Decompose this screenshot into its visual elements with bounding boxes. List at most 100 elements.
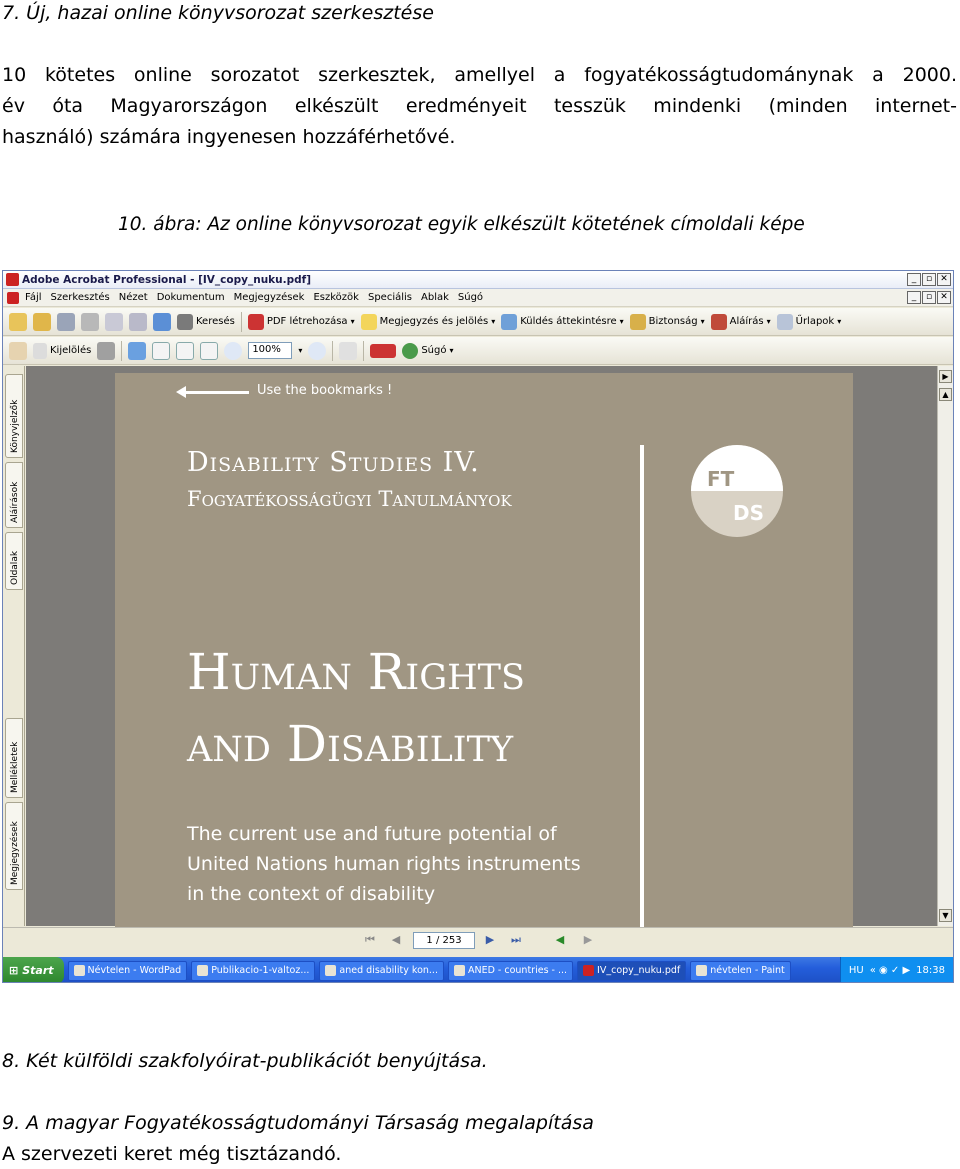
menu-window[interactable]: Ablak	[421, 292, 449, 303]
series-title: Disability Studies IV.	[187, 447, 480, 478]
menu-comments[interactable]: Megjegyzések	[234, 292, 305, 303]
scroll-right-icon[interactable]: ▶	[939, 370, 952, 383]
forms-button[interactable]: Űrlapok ▾	[776, 313, 841, 330]
menu-advanced[interactable]: Speciális	[368, 292, 412, 303]
pdf-icon	[583, 965, 595, 976]
taskbar-item-wordpad[interactable]: Névtelen - WordPad	[67, 960, 188, 981]
fit-width-icon[interactable]	[200, 341, 219, 360]
tab-pages[interactable]: Oldalak	[5, 532, 23, 590]
sign-button[interactable]: Aláírás ▾	[710, 313, 771, 330]
back-icon[interactable]: ◀	[553, 933, 567, 947]
email-icon[interactable]	[105, 312, 123, 331]
menu-edit[interactable]: Szerkesztés	[51, 292, 110, 303]
globe-icon[interactable]	[153, 312, 171, 331]
open-icon[interactable]	[9, 312, 27, 331]
doc-minimize-button[interactable]: _	[907, 291, 921, 304]
taskbar-item-paint[interactable]: névtelen - Paint	[690, 960, 791, 981]
section-heading-8: 8. Két külföldi szakfolyóirat-publikáció…	[2, 1050, 488, 1072]
browser-icon	[453, 965, 465, 976]
tray-icons[interactable]: « ◉ ✓ ▶	[870, 965, 910, 976]
attach-icon[interactable]	[129, 312, 147, 331]
zoom-out-icon[interactable]	[224, 341, 243, 360]
arrow-left-icon	[176, 386, 249, 398]
paragraph-line-1: 10 kötetes online sorozatot szerkesztek,…	[2, 64, 957, 86]
last-page-icon[interactable]: ⏭	[509, 933, 523, 947]
help-icon	[402, 342, 419, 359]
menu-view[interactable]: Nézet	[119, 292, 148, 303]
chevron-down-icon: ▾	[619, 317, 624, 326]
chevron-down-icon: ▾	[700, 317, 705, 326]
subtitle-line: United Nations human rights instruments	[187, 853, 581, 875]
menu-bar: Fájl Szerkesztés Nézet Dokumentum Megjeg…	[3, 289, 953, 307]
start-button[interactable]: ⊞ Start	[3, 957, 64, 982]
menu-tools[interactable]: Eszközök	[313, 292, 359, 303]
taskbar-item-acrobat[interactable]: IV_copy_nuku.pdf	[577, 960, 687, 981]
window-titlebar: Adobe Acrobat Professional - [IV_copy_nu…	[3, 271, 953, 289]
first-page-icon[interactable]: ⏮	[363, 933, 377, 947]
toolbar-main: Keresés PDF létrehozása ▾ Megjegyzés és …	[3, 308, 953, 336]
logo-ft-text: FT	[707, 467, 735, 491]
document-icon	[197, 965, 209, 976]
doc-restore-button[interactable]: ▫	[922, 291, 936, 304]
next-page-icon[interactable]: ▶	[483, 933, 497, 947]
chevron-down-icon[interactable]: ▾	[298, 346, 302, 355]
scroll-up-icon[interactable]: ▲	[939, 388, 952, 401]
hand-tool-icon[interactable]	[9, 341, 27, 360]
menu-document[interactable]: Dokumentum	[157, 292, 225, 303]
book-title-line-2: and Disability	[187, 715, 514, 773]
menu-help[interactable]: Súgó	[458, 292, 483, 303]
zoom-plus-icon[interactable]	[308, 341, 327, 360]
zoom-level-field[interactable]: 100%	[248, 342, 293, 359]
taskbar-item-aned-konf[interactable]: aned disability kon...	[319, 960, 444, 981]
tab-bookmarks[interactable]: Könyvjelzők	[5, 374, 23, 458]
forward-icon[interactable]: ▶	[581, 933, 595, 947]
toolbar-separator	[240, 311, 242, 332]
restore-button[interactable]: ▫	[922, 273, 936, 286]
tab-comments[interactable]: Megjegyzések	[5, 802, 23, 890]
taskbar-item-aned-countries[interactable]: ANED - countries - ...	[447, 960, 574, 981]
select-tool-button[interactable]: Kijelölés	[33, 342, 91, 359]
toolbar-separator	[121, 340, 123, 361]
subtitle-line: in the context of disability	[187, 883, 436, 905]
lock-icon	[629, 313, 646, 330]
send-review-button[interactable]: Küldés áttekintésre ▾	[501, 313, 624, 330]
comment-markup-button[interactable]: Megjegyzés és jelölés ▾	[360, 313, 495, 330]
binoculars-icon	[177, 313, 193, 330]
save-icon[interactable]	[57, 312, 75, 331]
chevron-down-icon: ▾	[449, 346, 454, 355]
language-indicator[interactable]: HU	[849, 965, 864, 976]
vertical-scrollbar[interactable]: ▶ ▲ ▼	[937, 366, 953, 926]
paragraph-online-series: 10 kötetes online sorozatot szerkesztek,…	[2, 60, 957, 153]
previous-page-icon[interactable]: ◀	[389, 933, 403, 947]
zoom-in-icon[interactable]	[128, 341, 147, 360]
snapshot-icon[interactable]	[97, 341, 116, 360]
search-button[interactable]: Keresés	[177, 313, 235, 330]
menu-file[interactable]: Fájl	[25, 292, 42, 303]
system-tray: HU « ◉ ✓ ▶ 18:38	[839, 957, 953, 982]
close-button[interactable]: ✕	[937, 273, 951, 286]
text-cursor-icon	[33, 342, 47, 359]
minimize-button[interactable]: _	[907, 273, 921, 286]
create-pdf-button[interactable]: PDF létrehozása ▾	[247, 313, 355, 330]
subtitle-line: The current use and future potential of	[187, 823, 557, 845]
book-subtitle: The current use and future potential of …	[187, 819, 581, 909]
pages-icon[interactable]	[339, 341, 358, 360]
print-icon[interactable]	[81, 312, 99, 331]
fit-page-icon[interactable]	[176, 341, 195, 360]
wordpad-icon	[73, 965, 85, 976]
scroll-down-icon[interactable]: ▼	[939, 909, 952, 922]
tab-attachments[interactable]: Mellékletek	[5, 718, 23, 798]
pen-icon	[710, 313, 727, 330]
section-9-note: A szervezeti keret még tisztázandó.	[2, 1143, 342, 1165]
page-number-field[interactable]: 1 / 253	[413, 932, 475, 949]
acrobat-app-icon	[6, 273, 19, 286]
tab-signatures[interactable]: Aláírások	[5, 462, 23, 528]
open-folder-icon[interactable]	[33, 312, 51, 331]
taskbar-item-publikacio[interactable]: Publikacio-1-valtoz...	[191, 960, 316, 981]
help-button[interactable]: Súgó ▾	[402, 342, 454, 359]
doc-close-button[interactable]: ✕	[937, 291, 951, 304]
firefox-icon	[325, 965, 337, 976]
security-button[interactable]: Biztonság ▾	[629, 313, 705, 330]
ybm-logo-icon[interactable]	[370, 343, 397, 358]
actual-size-icon[interactable]	[152, 341, 171, 360]
